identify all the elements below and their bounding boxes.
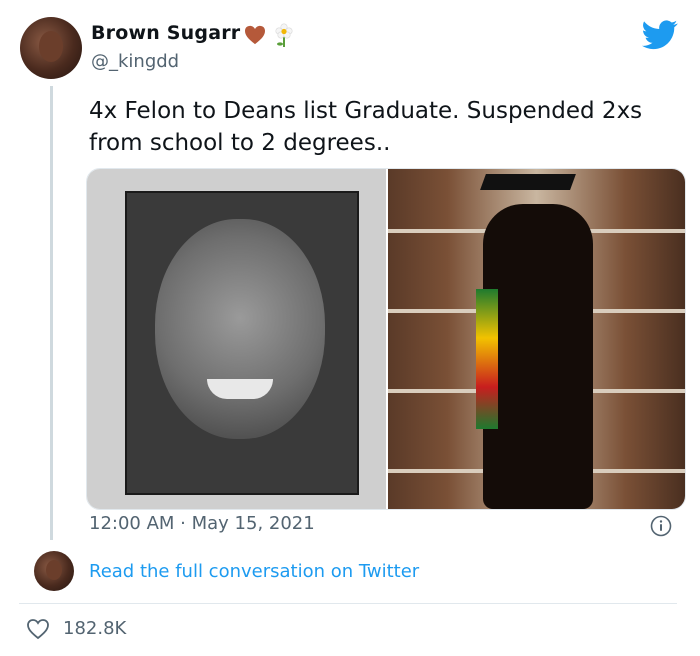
heart-emoji-icon <box>245 25 265 45</box>
divider <box>19 603 677 604</box>
graduation-photo[interactable] <box>388 169 685 509</box>
reply-avatar[interactable] <box>34 551 74 591</box>
tweet-text: 4x Felon to Deans list Graduate. Suspend… <box>89 98 643 156</box>
twitter-bird-icon[interactable] <box>642 20 678 50</box>
read-conversation-link[interactable]: Read the full conversation on Twitter <box>89 561 419 582</box>
info-icon[interactable] <box>650 515 672 537</box>
thread-line <box>50 86 53 540</box>
flower-emoji-icon <box>275 23 293 47</box>
author-handle[interactable]: @_kingdd <box>91 51 179 72</box>
yearbook-photo[interactable] <box>87 169 386 509</box>
tweet-timestamp[interactable]: 12:00 AM · May 15, 2021 <box>89 513 315 534</box>
author-avatar[interactable] <box>20 17 82 79</box>
like-heart-icon[interactable] <box>26 618 50 640</box>
tweet-media[interactable] <box>86 168 686 510</box>
like-count[interactable]: 182.8K <box>63 618 126 639</box>
author-name[interactable]: Brown Sugarr <box>91 22 240 44</box>
